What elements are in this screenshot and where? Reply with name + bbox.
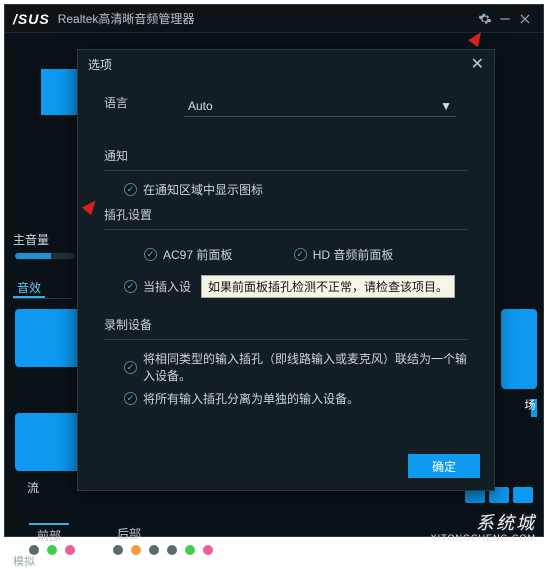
jack-dot	[113, 545, 123, 555]
dialog-footer: 确定	[408, 454, 480, 478]
dialog-body: 语言 Auto ▼ 通知 在通知区域中显示图标 插孔设置 AC97 前面板	[78, 78, 494, 407]
analog-label: 模拟	[13, 553, 35, 569]
jack-ac97-option[interactable]: AC97 前面板	[144, 246, 232, 263]
app-window: /SUS Realtek高清晰音频管理器 主音量 音效 流 场 前部	[4, 4, 544, 537]
port-jack-dots	[29, 545, 213, 555]
dialog-close-icon[interactable]: ✕	[471, 54, 484, 74]
watermark-text: 系统城	[476, 509, 536, 535]
recording-option-separate[interactable]: 将所有输入插孔分离为单独的输入设备。	[124, 390, 468, 407]
recording-option-combine-label: 将相同类型的输入插孔（即线路输入或麦克风）联结为一个输入设备。	[143, 350, 468, 384]
jack-dot	[47, 545, 57, 555]
checkbox-icon[interactable]	[124, 361, 137, 374]
recording-option-combine[interactable]: 将相同类型的输入插孔（即线路输入或麦克风）联结为一个输入设备。	[124, 350, 468, 384]
tab-sound-effects[interactable]: 音效	[13, 277, 45, 298]
port-tabs: 前部 后部	[29, 523, 149, 546]
recording-label: 录制设备	[104, 316, 468, 333]
chevron-down-icon: ▼	[440, 99, 452, 113]
checkbox-icon[interactable]	[124, 280, 137, 293]
jack-dot	[167, 545, 177, 555]
language-value: Auto	[188, 99, 213, 113]
checkbox-icon[interactable]	[294, 248, 307, 261]
jack-dot	[149, 545, 159, 555]
port-tab-rear[interactable]: 后部	[109, 523, 149, 546]
dialog-title: 选项	[88, 56, 112, 73]
jack-settings-label: 插孔设置	[104, 206, 468, 223]
notify-tray-option[interactable]: 在通知区域中显示图标	[124, 181, 468, 198]
tooltip: 如果前面板插孔检测不正常，请检查该项目。	[201, 275, 455, 298]
jack-hd-option[interactable]: HD 音频前面板	[294, 246, 394, 263]
effect-tile-2-label: 流	[27, 479, 39, 496]
main-volume-label: 主音量	[13, 231, 49, 248]
dialog-titlebar: 选项 ✕	[78, 50, 494, 78]
effect-tile-2[interactable]	[15, 413, 83, 471]
notification-label: 通知	[104, 147, 468, 164]
checkbox-icon[interactable]	[144, 248, 157, 261]
app-title: Realtek高清晰音频管理器	[58, 10, 195, 27]
jack-dot	[131, 545, 141, 555]
checkbox-icon[interactable]	[124, 183, 137, 196]
jack-hd-label: HD 音频前面板	[313, 246, 394, 263]
minimize-icon[interactable]	[495, 9, 515, 29]
recording-option-separate-label: 将所有输入插孔分离为单独的输入设备。	[143, 390, 359, 407]
jack-onplug-option[interactable]: 当插入设 如果前面板插孔检测不正常，请检查该项目。	[124, 275, 468, 298]
watermark-url: XITONGCHENG.COM	[431, 533, 536, 543]
notify-tray-label: 在通知区域中显示图标	[143, 181, 263, 198]
checkbox-icon[interactable]	[124, 392, 137, 405]
side-panel-label: 场	[531, 399, 537, 417]
jack-ac97-label: AC97 前面板	[163, 246, 232, 263]
jack-dot	[185, 545, 195, 555]
jack-dot	[203, 545, 213, 555]
jack-dot	[65, 545, 75, 555]
port-tab-front[interactable]: 前部	[29, 523, 69, 546]
close-icon[interactable]	[515, 9, 535, 29]
language-label: 语言	[104, 94, 128, 111]
effect-tile-1[interactable]	[15, 309, 83, 367]
small-button-3[interactable]	[513, 487, 533, 503]
side-panel-tile[interactable]	[501, 309, 537, 389]
ok-button[interactable]: 确定	[408, 454, 480, 478]
titlebar: /SUS Realtek高清晰音频管理器	[5, 5, 543, 33]
language-dropdown[interactable]: Auto ▼	[184, 95, 456, 117]
main-volume-slider[interactable]	[15, 253, 75, 259]
jack-onplug-prefix: 当插入设	[143, 278, 191, 295]
settings-gear-icon[interactable]	[475, 9, 495, 29]
asus-logo: /SUS	[13, 11, 50, 27]
options-dialog: 选项 ✕ 语言 Auto ▼ 通知 在通知区域中显示图标 插孔设置 A	[77, 49, 495, 491]
tabs: 音效	[13, 277, 73, 299]
